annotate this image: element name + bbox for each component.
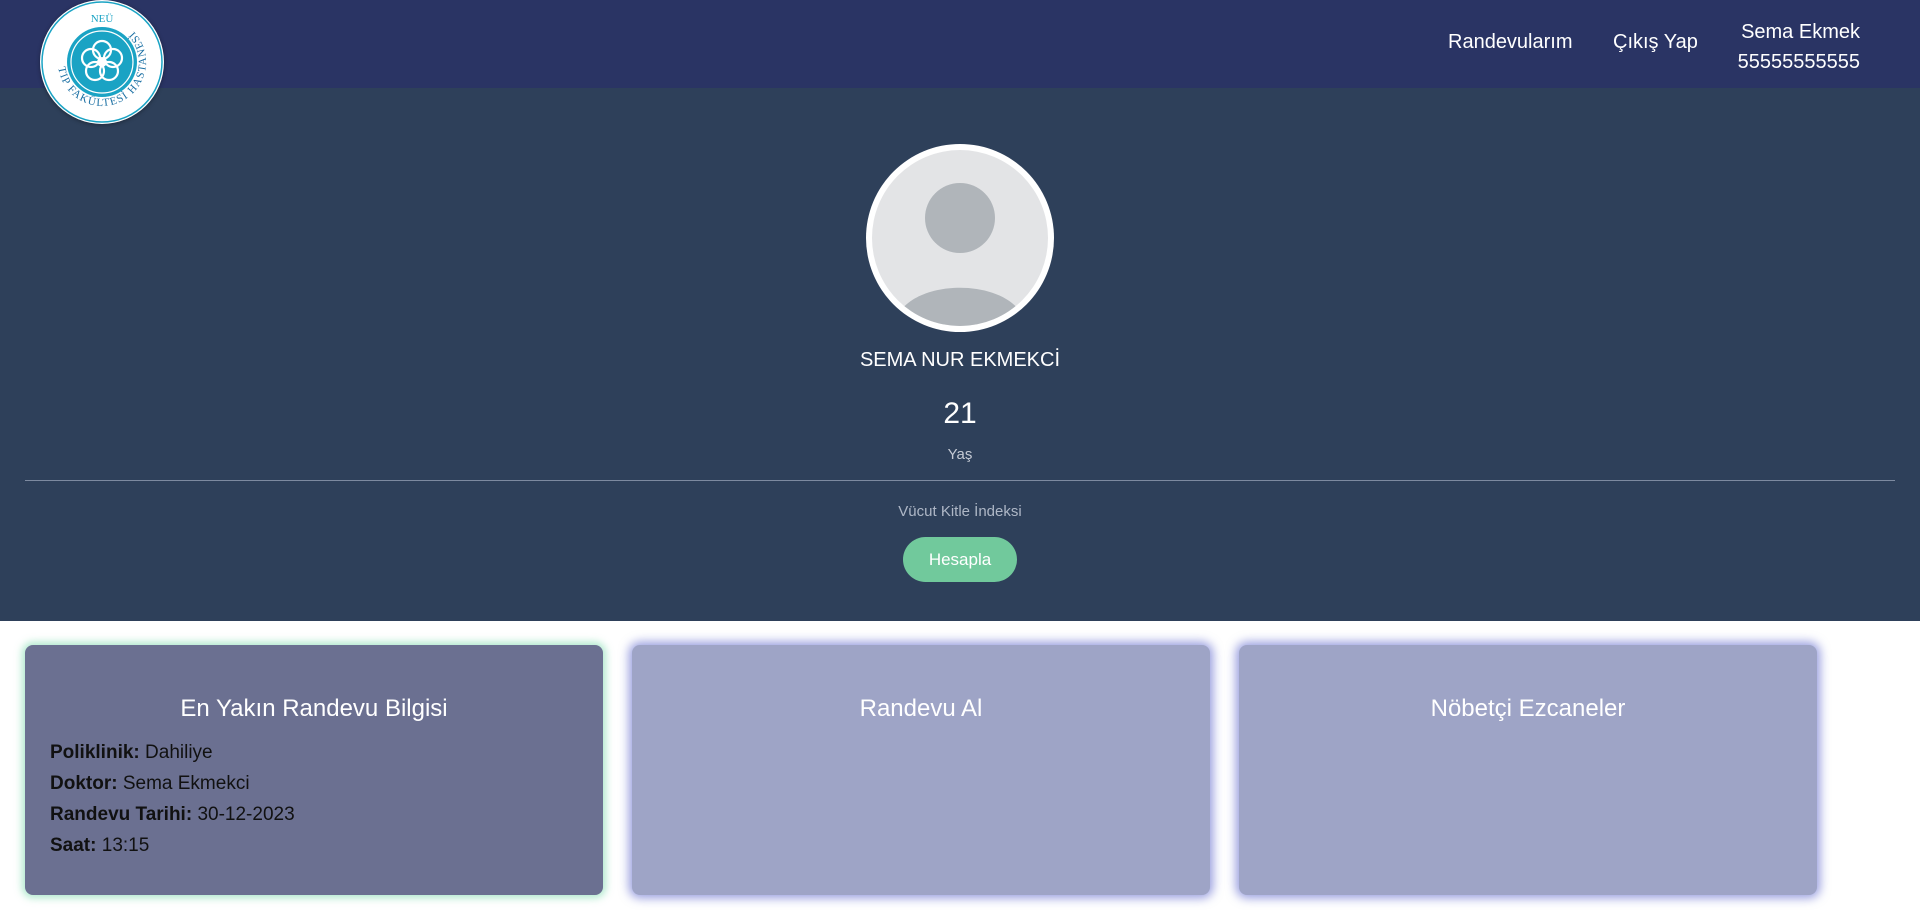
profile-age-label: Yaş bbox=[947, 446, 973, 463]
top-navbar: TIP FAKÜLTESİ HASTANESİ NEÜ Randevularım… bbox=[0, 0, 1920, 124]
nav-user-info[interactable]: Sema Ekmek 55555555555 bbox=[1738, 17, 1860, 77]
avatar bbox=[866, 144, 1054, 332]
profile-age-value: 21 bbox=[943, 397, 977, 430]
nearest-appointment-title: En Yakın Randevu Bilgisi bbox=[180, 695, 448, 722]
info-value: Sema Ekmekci bbox=[122, 773, 250, 794]
user-silhouette-icon bbox=[894, 183, 1026, 326]
info-label: Doktor: bbox=[50, 773, 118, 794]
info-row-doktor: Doktor: Sema Ekmekci bbox=[50, 768, 295, 799]
hospital-logo-emblem: TIP FAKÜLTESİ HASTANESİ NEÜ bbox=[41, 1, 163, 123]
nav-randevularim-link[interactable]: Randevularım bbox=[1448, 31, 1573, 54]
book-appointment-card[interactable]: Randevu Al bbox=[632, 645, 1210, 895]
info-label: Randevu Tarihi: bbox=[50, 804, 193, 825]
profile-divider bbox=[25, 480, 1895, 481]
hospital-logo[interactable]: TIP FAKÜLTESİ HASTANESİ NEÜ bbox=[40, 0, 164, 124]
logo-top-text: NEÜ bbox=[91, 13, 114, 25]
info-label: Poliklinik: bbox=[50, 742, 140, 763]
nav-user-name: Sema Ekmek bbox=[1741, 21, 1860, 43]
nav-logout-link[interactable]: Çıkış Yap bbox=[1613, 31, 1698, 54]
profile-section: SEMA NUR EKMEKCİ 21 Yaş Vücut Kitle İnde… bbox=[0, 88, 1920, 621]
info-row-randevu-tarihi: Randevu Tarihi: 30-12-2023 bbox=[50, 799, 295, 830]
info-row-poliklinik: Poliklinik: Dahiliye bbox=[50, 737, 295, 768]
bmi-calculate-button[interactable]: Hesapla bbox=[903, 537, 1017, 582]
info-label: Saat: bbox=[50, 835, 97, 856]
pharmacies-on-duty-card[interactable]: Nöbetçi Ezcaneler bbox=[1239, 645, 1817, 895]
nearest-appointment-card: En Yakın Randevu Bilgisi Poliklinik: Dah… bbox=[25, 645, 603, 895]
info-value: Dahiliye bbox=[145, 742, 213, 763]
appointment-info-list: Poliklinik: Dahiliye Doktor: Sema Ekmekc… bbox=[50, 737, 295, 861]
nav-user-phone: 55555555555 bbox=[1737, 51, 1860, 73]
pharmacies-on-duty-title: Nöbetçi Ezcaneler bbox=[1430, 695, 1626, 722]
profile-name: SEMA NUR EKMEKCİ bbox=[859, 349, 1061, 371]
info-value: 13:15 bbox=[101, 835, 150, 856]
book-appointment-title: Randevu Al bbox=[859, 695, 983, 722]
bmi-label: Vücut Kitle İndeksi bbox=[898, 503, 1022, 520]
info-row-saat: Saat: 13:15 bbox=[50, 830, 295, 861]
info-value: 30-12-2023 bbox=[197, 804, 295, 825]
